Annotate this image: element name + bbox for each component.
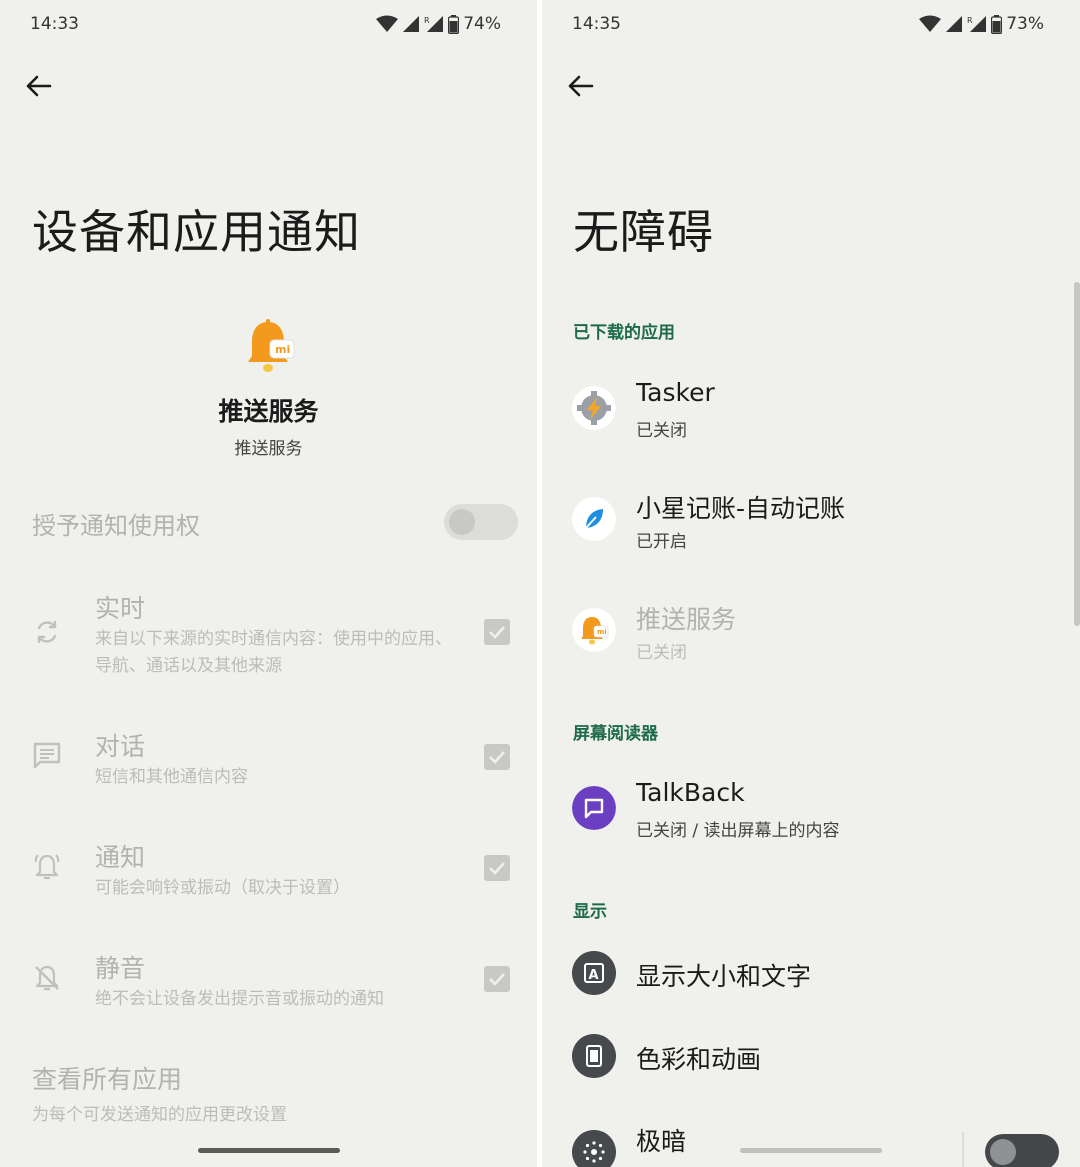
app-item-tasker-title: Tasker: [636, 378, 715, 407]
app-item-push-service-status: 已关闭: [636, 643, 687, 663]
see-all-apps-desc: 为每个可发送通知的应用更改设置: [32, 1105, 287, 1125]
option-silent-desc: 绝不会让设备发出提示音或振动的通知: [95, 989, 384, 1009]
back-arrow-icon[interactable]: [564, 70, 596, 102]
talkback-icon: [572, 786, 616, 830]
talkback-title: TalkBack: [636, 778, 745, 807]
app-item-push-service-title: 推送服务: [636, 605, 737, 634]
accessibility-screen: 14:35 R 73% 无障碍 已下载的应用 Tasker 已关闭 小星记账-自…: [542, 0, 1080, 1167]
gesture-nav-handle[interactable]: [740, 1148, 882, 1153]
option-silent[interactable]: 静音 绝不会让设备发出提示音或振动的通知: [0, 947, 537, 1027]
check-icon: [489, 626, 505, 639]
status-time: 14:35: [572, 14, 621, 34]
option-conversation-checkbox[interactable]: [484, 744, 510, 770]
cell-signal-icon: [946, 16, 963, 32]
svg-text:A: A: [589, 968, 599, 983]
talkback-item[interactable]: TalkBack 已关闭 / 读出屏幕上的内容: [542, 766, 1062, 854]
alert-bell-icon: [34, 854, 60, 880]
chat-icon: [33, 742, 61, 769]
app-item-xiaoxing[interactable]: 小星记账-自动记账 已开启: [542, 477, 1062, 565]
notification-access-screen: 14:33 R 74% 设备和应用通知 mi 推送服务 推送服务 授予通知使用权: [0, 0, 537, 1167]
option-alerting-checkbox[interactable]: [484, 855, 510, 881]
svg-text:mi: mi: [275, 343, 290, 356]
roaming-signal-icon: R: [967, 16, 987, 32]
gesture-nav-handle[interactable]: [198, 1148, 340, 1153]
status-icons: R 74%: [376, 14, 501, 34]
check-icon: [489, 751, 505, 764]
extra-dim-icon: [572, 1130, 616, 1167]
status-bar: 14:35 R 73%: [542, 12, 1080, 38]
cell-signal-icon: [403, 16, 420, 32]
option-realtime-title: 实时: [95, 594, 146, 623]
mi-push-bell-icon: mi: [248, 319, 295, 372]
color-motion-item[interactable]: 色彩和动画: [542, 1013, 1062, 1099]
section-screen-reader: 屏幕阅读器: [573, 724, 658, 744]
app-item-tasker[interactable]: Tasker 已关闭: [542, 366, 1062, 454]
option-alerting-desc: 可能会响铃或振动（取决于设置）: [95, 878, 350, 898]
back-arrow-icon[interactable]: [22, 70, 54, 102]
roaming-signal-icon: R: [424, 16, 444, 32]
status-icons: R 73%: [919, 14, 1044, 34]
switch-knob: [449, 509, 475, 535]
extra-dim-item[interactable]: 极暗: [542, 1110, 1080, 1167]
grant-notification-access-row[interactable]: 授予通知使用权: [0, 492, 537, 552]
status-bar: 14:33 R 74%: [0, 12, 537, 38]
color-motion-title: 色彩和动画: [636, 1045, 762, 1074]
wifi-icon: [919, 15, 942, 32]
app-item-push-service[interactable]: mi 推送服务 已关闭: [542, 588, 1062, 676]
sync-icon: [37, 620, 57, 644]
option-alerting[interactable]: 通知 可能会响铃或振动（取决于设置）: [0, 836, 537, 916]
text-size-icon: A: [572, 951, 616, 995]
page-title: 设备和应用通知: [32, 205, 361, 259]
color-motion-icon: [572, 1034, 616, 1078]
battery-icon: [448, 14, 460, 34]
talkback-status: 已关闭 / 读出屏幕上的内容: [636, 821, 840, 841]
option-silent-title: 静音: [95, 954, 146, 983]
tasker-icon: [572, 386, 616, 430]
option-conversation[interactable]: 对话 短信和其他通信内容: [0, 725, 537, 805]
battery-percent: 73%: [1006, 14, 1044, 34]
section-downloaded-apps: 已下载的应用: [573, 323, 675, 343]
status-time: 14:33: [30, 14, 79, 34]
app-subtitle: 推送服务: [234, 439, 303, 459]
section-display: 显示: [573, 902, 607, 922]
silent-bell-icon: [35, 965, 59, 991]
see-all-apps-row[interactable]: 查看所有应用 为每个可发送通知的应用更改设置: [0, 1058, 537, 1128]
check-icon: [489, 862, 505, 875]
svg-text:mi: mi: [597, 628, 607, 636]
option-realtime-desc: 来自以下来源的实时通信内容：使用中的应用、导航、通话以及其他来源: [95, 629, 452, 676]
battery-percent: 74%: [463, 14, 501, 34]
mi-push-bell-icon: mi: [572, 608, 616, 652]
app-name: 推送服务: [218, 397, 319, 426]
switch-separator: [962, 1132, 964, 1167]
leaf-icon: [572, 497, 616, 541]
grant-notification-access-switch[interactable]: [444, 504, 518, 540]
option-conversation-desc: 短信和其他通信内容: [95, 767, 248, 787]
wifi-icon: [376, 15, 399, 32]
check-icon: [489, 973, 505, 986]
option-conversation-title: 对话: [95, 732, 146, 761]
display-size-text-title: 显示大小和文字: [636, 962, 812, 991]
switch-knob: [990, 1139, 1016, 1165]
svg-text:R: R: [967, 16, 973, 25]
svg-text:R: R: [424, 16, 430, 25]
see-all-apps-title: 查看所有应用: [32, 1065, 183, 1094]
extra-dim-title: 极暗: [636, 1127, 687, 1156]
battery-icon: [991, 14, 1003, 34]
grant-notification-access-label: 授予通知使用权: [32, 512, 200, 540]
extra-dim-switch[interactable]: [985, 1134, 1059, 1167]
page-title: 无障碍: [573, 205, 714, 259]
option-realtime[interactable]: 实时 来自以下来源的实时通信内容：使用中的应用、导航、通话以及其他来源: [0, 585, 537, 685]
app-item-xiaoxing-title: 小星记账-自动记账: [636, 494, 846, 523]
app-item-xiaoxing-status: 已开启: [636, 532, 687, 552]
option-silent-checkbox[interactable]: [484, 966, 510, 992]
option-realtime-checkbox[interactable]: [484, 619, 510, 645]
app-item-tasker-status: 已关闭: [636, 421, 687, 441]
display-size-text-item[interactable]: A 显示大小和文字: [542, 930, 1062, 1016]
scrollbar[interactable]: [1074, 282, 1080, 626]
option-alerting-title: 通知: [95, 843, 146, 872]
